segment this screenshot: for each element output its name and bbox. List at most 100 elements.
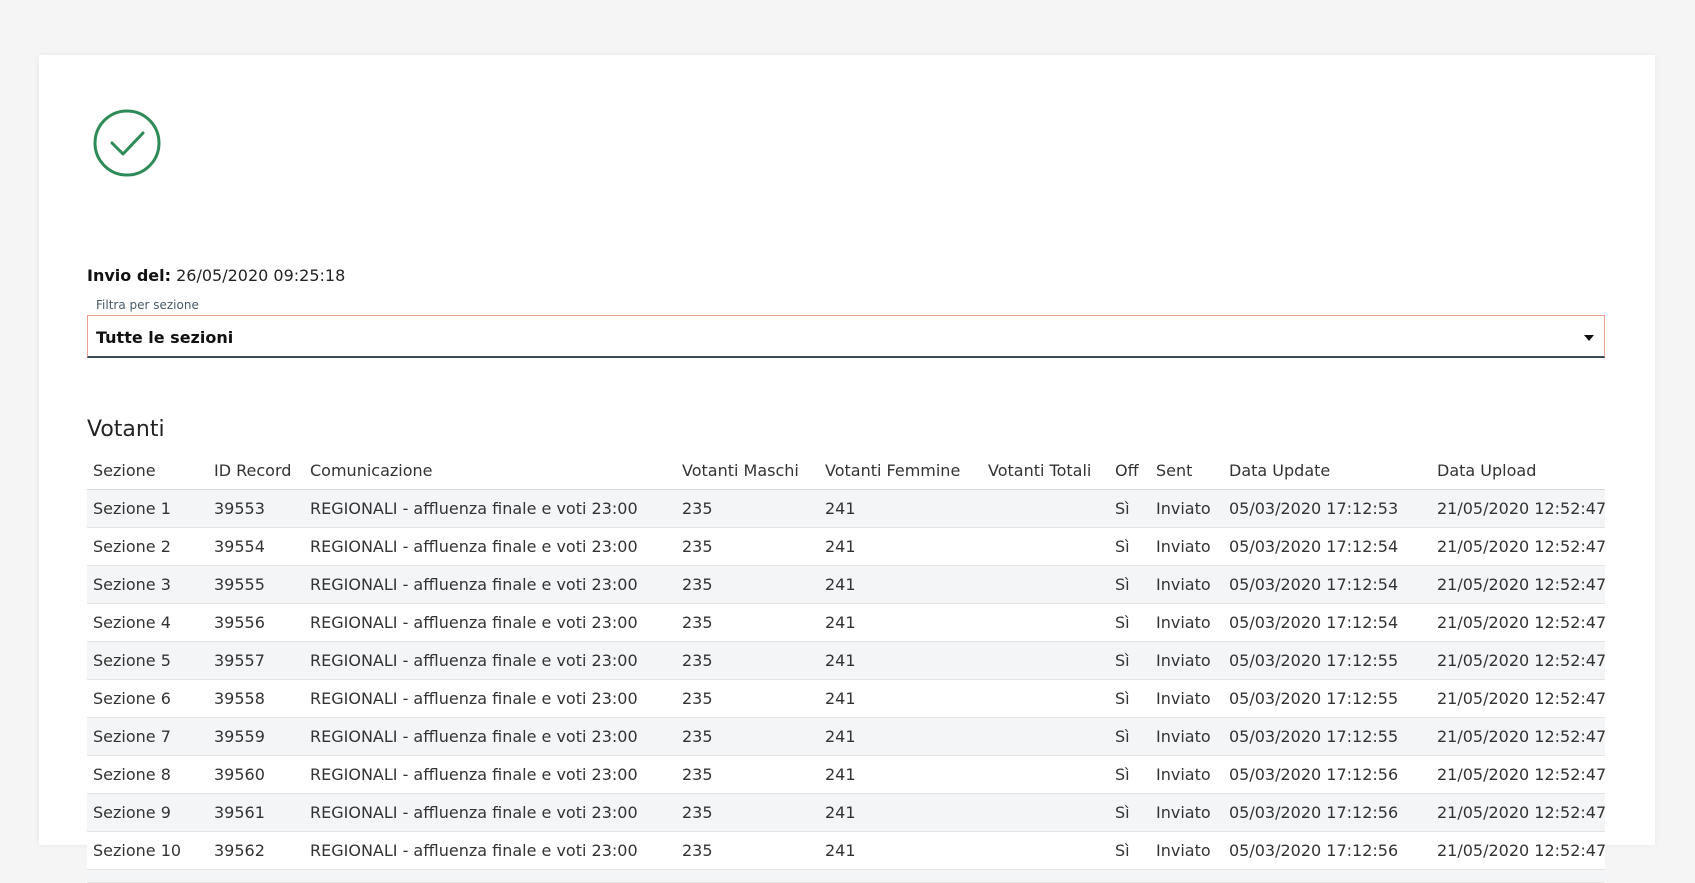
cell-data-upload: 21/05/2020 12:52:47: [1431, 489, 1605, 528]
cell-votanti-maschi: 235: [676, 755, 819, 794]
cell-data-update: 05/03/2020 17:12:56: [1223, 831, 1431, 870]
cell-data-update: 05/03/2020 17:12:56: [1223, 755, 1431, 794]
cell-data-upload: 21/05/2020 12:52:47: [1431, 603, 1605, 642]
table-row: Sezione 5 39557 REGIONALI - affluenza fi…: [87, 641, 1605, 680]
cell-id-record: 39560: [208, 755, 304, 794]
column-header-data-update: Data Update: [1223, 452, 1431, 490]
cell-votanti-totali: [982, 565, 1109, 604]
cell-off: Sì: [1109, 603, 1150, 642]
cell-id-record: 39561: [208, 793, 304, 832]
cell-sezione: Sezione 8: [87, 755, 208, 794]
cell-votanti-totali: [982, 527, 1109, 566]
cell-votanti-maschi: 235: [676, 565, 819, 604]
cell-sent: Inviato: [1150, 717, 1223, 756]
cell-off: Sì: [1109, 717, 1150, 756]
cell-votanti-femmine: 241: [819, 793, 982, 832]
cell-sent: Inviato: [1150, 565, 1223, 604]
cell-data-update: 05/03/2020 17:12:53: [1223, 489, 1431, 528]
cell-off: Sì: [1109, 831, 1150, 870]
cell-id-record: 39553: [208, 489, 304, 528]
cell-comunicazione: REGIONALI - affluenza finale e voti 23:0…: [304, 717, 676, 756]
sent-timestamp: Invio del: 26/05/2020 09:25:18: [87, 266, 345, 285]
column-header-id-record: ID Record: [208, 452, 304, 490]
cell-sent: Inviato: [1150, 641, 1223, 680]
cell-data-update: 05/03/2020 17:12:55: [1223, 641, 1431, 680]
column-header-data-upload: Data Upload: [1431, 452, 1605, 490]
sent-label: Invio del:: [87, 266, 172, 285]
table-row: Sezione 1 39553 REGIONALI - affluenza fi…: [87, 489, 1605, 528]
cell-votanti-femmine: 241: [819, 603, 982, 642]
cell-off: Sì: [1109, 489, 1150, 528]
cell-comunicazione: REGIONALI - affluenza finale e voti 23:0…: [304, 641, 676, 680]
cell-off: Sì: [1109, 565, 1150, 604]
cell-votanti-maschi: 235: [676, 641, 819, 680]
table-header-row: Sezione ID Record Comunicazione Votanti …: [87, 452, 1605, 490]
cell-comunicazione: REGIONALI - affluenza finale e voti 23:0…: [304, 793, 676, 832]
cell-data-update: 05/03/2020 17:12:54: [1223, 603, 1431, 642]
caret-down-icon: [1584, 335, 1594, 341]
cell-id-record: 39554: [208, 527, 304, 566]
table-row: Sezione 6 39558 REGIONALI - affluenza fi…: [87, 679, 1605, 718]
cell-votanti-femmine: 241: [819, 641, 982, 680]
cell-off: Sì: [1109, 793, 1150, 832]
cell-off: Sì: [1109, 679, 1150, 718]
cell-data-upload: 21/05/2020 12:52:47: [1431, 755, 1605, 794]
cell-data-upload: 21/05/2020 12:52:47: [1431, 641, 1605, 680]
cell-votanti-femmine: 241: [819, 527, 982, 566]
cell-comunicazione: REGIONALI - affluenza finale e voti 23:0…: [304, 603, 676, 642]
table-row: Sezione 4 39556 REGIONALI - affluenza fi…: [87, 603, 1605, 642]
cell-votanti-maschi: 235: [676, 717, 819, 756]
section-filter-select[interactable]: Tutte le sezioni: [87, 315, 1605, 358]
cell-votanti-femmine: 241: [819, 489, 982, 528]
cell-sent: Inviato: [1150, 603, 1223, 642]
cell-sent: Inviato: [1150, 679, 1223, 718]
cell-data-upload: 21/05/2020 12:52:47: [1431, 527, 1605, 566]
cell-votanti-totali: [982, 793, 1109, 832]
cell-data-upload: 21/05/2020 12:52:47: [1431, 793, 1605, 832]
column-header-comunicazione: Comunicazione: [304, 452, 676, 490]
column-header-votanti-maschi: Votanti Maschi: [676, 452, 819, 490]
table-row-partial: [87, 869, 1605, 883]
cell-votanti-totali: [982, 717, 1109, 756]
cell-sezione: Sezione 1: [87, 489, 208, 528]
votanti-title: Votanti: [87, 417, 165, 442]
cell-votanti-femmine: 241: [819, 679, 982, 718]
cell-votanti-totali: [982, 489, 1109, 528]
cell-id-record: 39556: [208, 603, 304, 642]
cell-id-record: 39555: [208, 565, 304, 604]
cell-id-record: 39558: [208, 679, 304, 718]
cell-data-update: 05/03/2020 17:12:54: [1223, 565, 1431, 604]
cell-comunicazione: REGIONALI - affluenza finale e voti 23:0…: [304, 489, 676, 528]
section-filter-value: Tutte le sezioni: [96, 328, 234, 347]
cell-id-record: 39557: [208, 641, 304, 680]
table-row: Sezione 8 39560 REGIONALI - affluenza fi…: [87, 755, 1605, 794]
cell-id-record: 39559: [208, 717, 304, 756]
cell-comunicazione: REGIONALI - affluenza finale e voti 23:0…: [304, 527, 676, 566]
column-header-votanti-femmine: Votanti Femmine: [819, 452, 982, 490]
cell-off: Sì: [1109, 641, 1150, 680]
cell-sent: Inviato: [1150, 831, 1223, 870]
sent-value: 26/05/2020 09:25:18: [176, 266, 346, 285]
table-row: Sezione 9 39561 REGIONALI - affluenza fi…: [87, 793, 1605, 832]
cell-sezione: Sezione 6: [87, 679, 208, 718]
cell-sezione: Sezione 7: [87, 717, 208, 756]
cell-votanti-maschi: 235: [676, 831, 819, 870]
cell-data-update: 05/03/2020 17:12:55: [1223, 717, 1431, 756]
table-row: Sezione 3 39555 REGIONALI - affluenza fi…: [87, 565, 1605, 604]
cell-data-upload: 21/05/2020 12:52:47: [1431, 717, 1605, 756]
cell-data-update: 05/03/2020 17:12:55: [1223, 679, 1431, 718]
cell-comunicazione: REGIONALI - affluenza finale e voti 23:0…: [304, 679, 676, 718]
cell-data-upload: 21/05/2020 12:52:47: [1431, 679, 1605, 718]
cell-data-upload: 21/05/2020 12:52:47: [1431, 831, 1605, 870]
table-row: Sezione 10 39562 REGIONALI - affluenza f…: [87, 831, 1605, 870]
cell-sezione: Sezione 4: [87, 603, 208, 642]
cell-votanti-totali: [982, 755, 1109, 794]
cell-votanti-totali: [982, 641, 1109, 680]
cell-votanti-maschi: 235: [676, 793, 819, 832]
cell-id-record: 39562: [208, 831, 304, 870]
votanti-table: Sezione ID Record Comunicazione Votanti …: [87, 452, 1605, 883]
cell-sent: Inviato: [1150, 489, 1223, 528]
cell-votanti-maschi: 235: [676, 527, 819, 566]
table-row: Sezione 7 39559 REGIONALI - affluenza fi…: [87, 717, 1605, 756]
cell-votanti-totali: [982, 679, 1109, 718]
